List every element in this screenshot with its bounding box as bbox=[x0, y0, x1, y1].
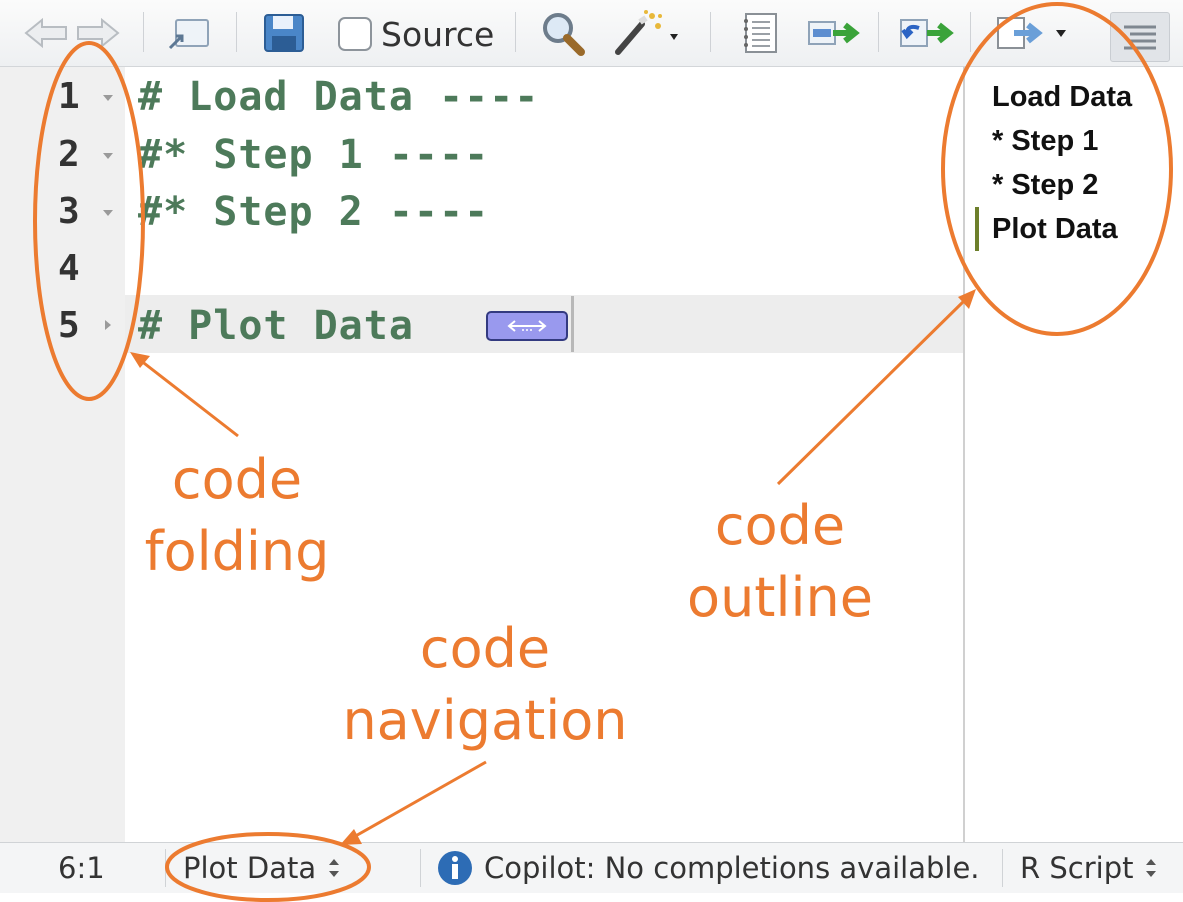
run-lines-icon[interactable] bbox=[804, 10, 864, 56]
code-navigation-dropdown[interactable]: Plot Data bbox=[183, 843, 342, 893]
fold-caret-down-icon[interactable] bbox=[101, 149, 115, 163]
source-on-save-toggle[interactable]: Source bbox=[338, 14, 494, 54]
code-folding-annotation: code folding bbox=[144, 448, 330, 583]
line-number: 1 bbox=[58, 76, 80, 117]
info-icon bbox=[438, 851, 472, 885]
copilot-status: Copilot: No completions available. bbox=[437, 843, 980, 893]
line-number: 3 bbox=[58, 191, 80, 232]
code-line[interactable]: # Load Data ---- bbox=[138, 68, 539, 126]
up-down-chevron-icon bbox=[329, 859, 340, 877]
editor-toolbar: Source bbox=[0, 0, 1183, 67]
line-number: 4 bbox=[58, 248, 80, 289]
show-in-window-icon[interactable] bbox=[162, 10, 216, 56]
line-number: 2 bbox=[58, 134, 80, 175]
text-cursor bbox=[571, 296, 574, 352]
outline-item[interactable]: Load Data bbox=[992, 75, 1132, 119]
compile-notebook-icon[interactable] bbox=[734, 10, 786, 56]
source-on-save-checkbox[interactable] bbox=[338, 17, 372, 51]
code-line[interactable]: #* Step 1 ---- bbox=[138, 126, 489, 184]
fold-caret-down-icon[interactable] bbox=[101, 91, 115, 105]
code-outline-annotation: code outline bbox=[687, 494, 873, 629]
outline-item[interactable]: * Step 2 bbox=[992, 163, 1098, 207]
line-number: 5 bbox=[58, 305, 80, 346]
rerun-icon[interactable] bbox=[896, 10, 958, 56]
file-type-dropdown[interactable]: R Script bbox=[1020, 843, 1159, 893]
back-arrow-icon[interactable] bbox=[22, 10, 70, 56]
copilot-status-text: Copilot: No completions available. bbox=[484, 851, 980, 885]
magic-wand-icon[interactable] bbox=[610, 10, 686, 56]
save-icon[interactable] bbox=[258, 10, 310, 56]
source-on-save-label: Source bbox=[381, 14, 495, 54]
fold-caret-right-icon[interactable] bbox=[101, 318, 115, 332]
code-line[interactable]: # Plot Data bbox=[138, 297, 439, 355]
search-icon[interactable] bbox=[536, 10, 590, 56]
fold-caret-down-icon[interactable] bbox=[101, 206, 115, 220]
cursor-position: 6:1 bbox=[58, 851, 105, 885]
code-line[interactable]: #* Step 2 ---- bbox=[138, 183, 489, 241]
outline-item[interactable]: * Step 1 bbox=[992, 119, 1098, 163]
outline-toggle-button[interactable] bbox=[1110, 12, 1170, 62]
source-menu-icon[interactable] bbox=[990, 10, 1082, 56]
forward-arrow-icon[interactable] bbox=[74, 10, 122, 56]
code-navigation-annotation: code navigation bbox=[342, 617, 628, 752]
up-down-chevron-icon bbox=[1146, 859, 1157, 877]
code-navigation-label: Plot Data bbox=[183, 851, 317, 885]
status-bar: 6:1 Plot Data Copilot: No completions av… bbox=[0, 842, 1183, 893]
outline-current-indicator bbox=[975, 207, 979, 251]
outline-item-current[interactable]: Plot Data bbox=[992, 207, 1118, 251]
file-type-label: R Script bbox=[1020, 851, 1134, 885]
expand-arrows-icon bbox=[507, 320, 547, 332]
outline-icon bbox=[1124, 25, 1156, 50]
folded-section-marker[interactable] bbox=[486, 311, 568, 341]
